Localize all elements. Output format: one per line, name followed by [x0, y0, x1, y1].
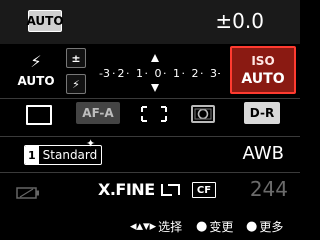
ev-icons: ± ⚡	[66, 46, 88, 100]
hint-change: ● 变更	[196, 218, 233, 235]
top-status-bar: AUTO ±0.0	[0, 0, 300, 44]
style-row: 1 Standard ✦ AWB	[0, 137, 300, 169]
divider	[0, 172, 300, 173]
center-button-icon: ●	[196, 219, 208, 234]
camera-quick-menu: AUTO ±0.0 ⚡ AUTO ± ⚡ -3·2·1·0·1·2·3+ ISO…	[0, 0, 300, 240]
ev-scale-label: 1	[136, 67, 143, 80]
more-button-icon: ●	[246, 219, 258, 234]
hint-more-label: 更多	[259, 220, 284, 234]
ev-scale-label: 3+	[210, 67, 220, 80]
shots-remaining: 244	[249, 177, 288, 201]
ev-scale-label: 1	[173, 67, 180, 80]
hint-select: ◂▴▾▸ 选择	[130, 218, 182, 235]
divider	[0, 98, 300, 99]
exposure-comp-icon[interactable]: ±	[66, 48, 86, 68]
iso-label: ISO	[251, 54, 275, 68]
single-shot-icon[interactable]	[26, 105, 52, 125]
exposure-comp-readout: ±0.0	[215, 9, 264, 33]
image-quality-setting[interactable]: X.FINE	[98, 180, 155, 199]
cf-card-icon: CF	[192, 182, 216, 198]
settings-icon-row: AF-A D-R	[0, 100, 300, 130]
white-balance-setting[interactable]: AWB	[243, 143, 284, 164]
ev-marker-bottom	[151, 84, 159, 92]
ev-scale-dot: ·	[112, 67, 116, 80]
button-hints: ◂▴▾▸ 选择 ● 变更 ● 更多	[0, 212, 300, 240]
memory-card-indicator: CF	[192, 182, 216, 198]
divider	[0, 136, 300, 137]
ev-scale-dot: ·	[145, 67, 149, 80]
dro-button[interactable]: D-R	[244, 102, 280, 124]
info-row: X.FINE CF 244	[0, 176, 300, 204]
ev-scale-dot: ·	[163, 67, 167, 80]
multi-metering-icon[interactable]	[190, 103, 216, 125]
hint-change-label: 变更	[209, 220, 234, 234]
creative-style-number: 1	[25, 146, 39, 164]
aspect-ratio-icon[interactable]	[160, 182, 182, 198]
ev-scale-dot: ·	[200, 67, 204, 80]
ev-scale-label: -3	[99, 67, 110, 80]
ev-scale[interactable]: -3·2·1·0·1·2·3+	[95, 52, 226, 94]
ev-scale-label: 2	[192, 67, 199, 80]
hint-more: ● 更多	[246, 218, 283, 235]
exposure-mode-badge[interactable]: AUTO	[26, 10, 64, 32]
flash-icon: ⚡	[30, 52, 42, 71]
sparkle-icon: ✦	[86, 137, 96, 150]
ev-scale-dot: ·	[182, 67, 186, 80]
af-mode-button[interactable]: AF-A	[76, 102, 120, 124]
ev-scale-label: 0	[155, 67, 162, 80]
ev-scale-label: 2	[118, 67, 125, 80]
wide-focus-area-icon[interactable]	[136, 103, 172, 125]
flash-mode-setting[interactable]: ⚡ AUTO	[14, 52, 58, 89]
directional-pad-icon: ◂▴▾▸	[130, 219, 157, 234]
ev-scale-dot: ·	[126, 67, 130, 80]
ev-marker-top	[151, 54, 159, 62]
flash-mode-label: AUTO	[17, 74, 55, 88]
card-label: CF	[196, 184, 212, 196]
ev-scale-graphic: -3·2·1·0·1·2·3+	[99, 54, 226, 92]
hint-select-label: 选择	[158, 220, 183, 234]
flash-comp-icon[interactable]: ⚡	[66, 74, 86, 94]
iso-value: AUTO	[241, 71, 285, 87]
iso-setting[interactable]: ISO AUTO	[230, 46, 296, 94]
battery-empty-icon	[16, 184, 40, 199]
